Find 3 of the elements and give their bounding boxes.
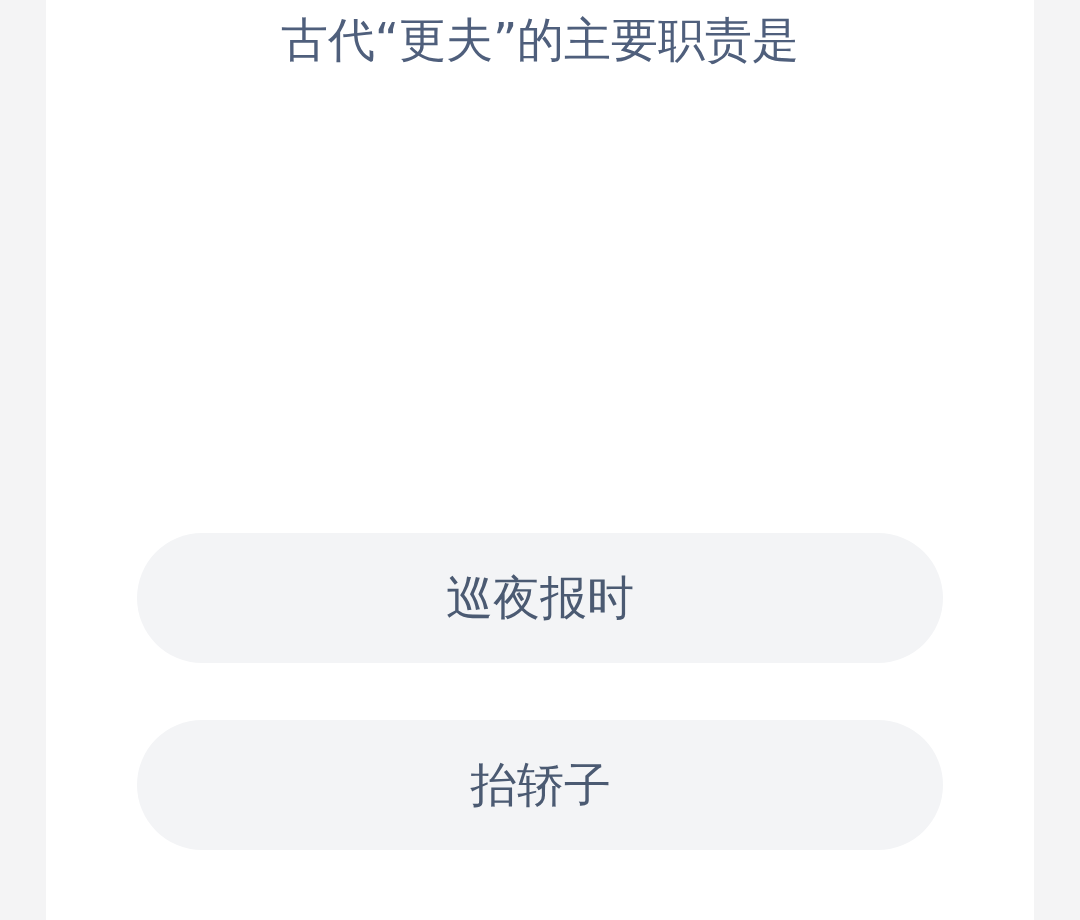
answer-option[interactable]: 抬轿子 <box>137 720 943 850</box>
answer-option[interactable]: 巡夜报时 <box>137 533 943 663</box>
question-text: 古代“更夫”的主要职责是 <box>279 11 801 69</box>
